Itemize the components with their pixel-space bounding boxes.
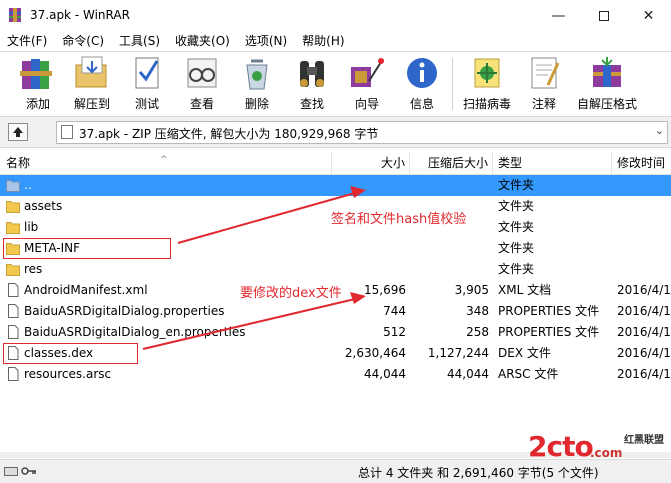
watermark-logo: 2cto .com 红黑联盟 [528,430,664,463]
annotation-dex-file: 要修改的dex文件 [240,286,342,301]
arrow-meta-inf-line [177,192,356,244]
arrow-dex-line [142,298,356,350]
annotation-arrows [142,186,366,350]
key-icon[interactable] [21,465,37,477]
arrow-dex-head [350,292,366,304]
drive-icon[interactable] [4,465,18,477]
status-icons [4,465,37,477]
annotation-signature-hash: 签名和文件hash值校验 [331,212,467,227]
arrow-meta-inf-head [350,186,366,198]
